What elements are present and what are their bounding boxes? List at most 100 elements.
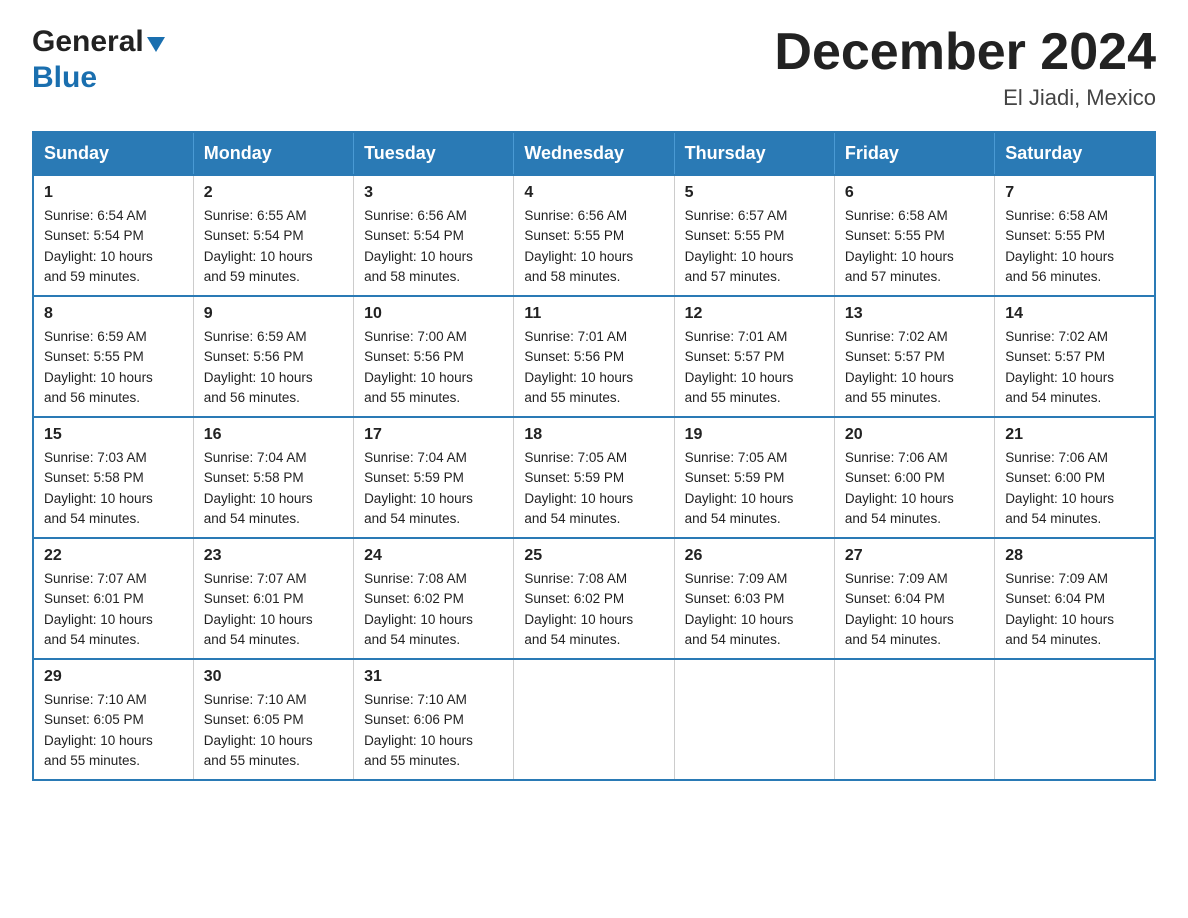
calendar-cell: 12 Sunrise: 7:01 AMSunset: 5:57 PMDaylig… xyxy=(674,296,834,417)
day-number: 5 xyxy=(685,184,824,202)
calendar-cell xyxy=(674,659,834,780)
day-number: 30 xyxy=(204,668,343,686)
day-number: 13 xyxy=(845,305,984,323)
day-number: 6 xyxy=(845,184,984,202)
day-info: Sunrise: 7:10 AMSunset: 6:05 PMDaylight:… xyxy=(204,692,313,768)
calendar-cell: 14 Sunrise: 7:02 AMSunset: 5:57 PMDaylig… xyxy=(995,296,1155,417)
calendar-cell: 13 Sunrise: 7:02 AMSunset: 5:57 PMDaylig… xyxy=(834,296,994,417)
day-info: Sunrise: 6:59 AMSunset: 5:55 PMDaylight:… xyxy=(44,329,153,405)
day-info: Sunrise: 7:09 AMSunset: 6:04 PMDaylight:… xyxy=(845,571,954,647)
logo: General Blue xyxy=(32,24,165,96)
day-number: 16 xyxy=(204,426,343,444)
header-day-thursday: Thursday xyxy=(674,132,834,175)
calendar-week-3: 15 Sunrise: 7:03 AMSunset: 5:58 PMDaylig… xyxy=(33,417,1155,538)
month-title: December 2024 xyxy=(774,24,1156,81)
calendar-week-1: 1 Sunrise: 6:54 AMSunset: 5:54 PMDayligh… xyxy=(33,175,1155,296)
day-info: Sunrise: 7:09 AMSunset: 6:03 PMDaylight:… xyxy=(685,571,794,647)
calendar-cell: 21 Sunrise: 7:06 AMSunset: 6:00 PMDaylig… xyxy=(995,417,1155,538)
calendar-cell: 25 Sunrise: 7:08 AMSunset: 6:02 PMDaylig… xyxy=(514,538,674,659)
day-number: 22 xyxy=(44,547,183,565)
day-number: 3 xyxy=(364,184,503,202)
calendar-cell: 28 Sunrise: 7:09 AMSunset: 6:04 PMDaylig… xyxy=(995,538,1155,659)
day-info: Sunrise: 7:03 AMSunset: 5:58 PMDaylight:… xyxy=(44,450,153,526)
day-info: Sunrise: 6:59 AMSunset: 5:56 PMDaylight:… xyxy=(204,329,313,405)
day-info: Sunrise: 6:54 AMSunset: 5:54 PMDaylight:… xyxy=(44,208,153,284)
header-day-sunday: Sunday xyxy=(33,132,193,175)
day-number: 26 xyxy=(685,547,824,565)
calendar-week-2: 8 Sunrise: 6:59 AMSunset: 5:55 PMDayligh… xyxy=(33,296,1155,417)
day-number: 1 xyxy=(44,184,183,202)
day-number: 9 xyxy=(204,305,343,323)
day-info: Sunrise: 6:56 AMSunset: 5:55 PMDaylight:… xyxy=(524,208,633,284)
calendar-cell: 7 Sunrise: 6:58 AMSunset: 5:55 PMDayligh… xyxy=(995,175,1155,296)
day-number: 4 xyxy=(524,184,663,202)
calendar-cell: 5 Sunrise: 6:57 AMSunset: 5:55 PMDayligh… xyxy=(674,175,834,296)
day-info: Sunrise: 6:58 AMSunset: 5:55 PMDaylight:… xyxy=(845,208,954,284)
day-info: Sunrise: 7:04 AMSunset: 5:58 PMDaylight:… xyxy=(204,450,313,526)
day-info: Sunrise: 7:00 AMSunset: 5:56 PMDaylight:… xyxy=(364,329,473,405)
calendar-cell: 3 Sunrise: 6:56 AMSunset: 5:54 PMDayligh… xyxy=(354,175,514,296)
title-section: December 2024 El Jiadi, Mexico xyxy=(774,24,1156,111)
calendar-cell: 27 Sunrise: 7:09 AMSunset: 6:04 PMDaylig… xyxy=(834,538,994,659)
calendar-body: 1 Sunrise: 6:54 AMSunset: 5:54 PMDayligh… xyxy=(33,175,1155,780)
calendar-cell: 30 Sunrise: 7:10 AMSunset: 6:05 PMDaylig… xyxy=(193,659,353,780)
day-info: Sunrise: 7:09 AMSunset: 6:04 PMDaylight:… xyxy=(1005,571,1114,647)
logo-blue-text: Blue xyxy=(32,60,97,96)
day-info: Sunrise: 7:08 AMSunset: 6:02 PMDaylight:… xyxy=(524,571,633,647)
calendar-cell: 6 Sunrise: 6:58 AMSunset: 5:55 PMDayligh… xyxy=(834,175,994,296)
calendar-cell: 20 Sunrise: 7:06 AMSunset: 6:00 PMDaylig… xyxy=(834,417,994,538)
day-number: 28 xyxy=(1005,547,1144,565)
calendar-week-5: 29 Sunrise: 7:10 AMSunset: 6:05 PMDaylig… xyxy=(33,659,1155,780)
page-header: General Blue December 2024 El Jiadi, Mex… xyxy=(32,24,1156,111)
day-number: 24 xyxy=(364,547,503,565)
header-day-saturday: Saturday xyxy=(995,132,1155,175)
logo-general-text: General xyxy=(32,24,144,60)
day-number: 15 xyxy=(44,426,183,444)
calendar-cell: 9 Sunrise: 6:59 AMSunset: 5:56 PMDayligh… xyxy=(193,296,353,417)
calendar-cell: 2 Sunrise: 6:55 AMSunset: 5:54 PMDayligh… xyxy=(193,175,353,296)
day-number: 14 xyxy=(1005,305,1144,323)
header-row: SundayMondayTuesdayWednesdayThursdayFrid… xyxy=(33,132,1155,175)
day-number: 19 xyxy=(685,426,824,444)
day-info: Sunrise: 7:01 AMSunset: 5:57 PMDaylight:… xyxy=(685,329,794,405)
day-info: Sunrise: 7:07 AMSunset: 6:01 PMDaylight:… xyxy=(44,571,153,647)
calendar-cell xyxy=(834,659,994,780)
calendar-cell xyxy=(514,659,674,780)
day-info: Sunrise: 7:02 AMSunset: 5:57 PMDaylight:… xyxy=(1005,329,1114,405)
calendar-cell: 26 Sunrise: 7:09 AMSunset: 6:03 PMDaylig… xyxy=(674,538,834,659)
calendar-cell: 17 Sunrise: 7:04 AMSunset: 5:59 PMDaylig… xyxy=(354,417,514,538)
day-number: 21 xyxy=(1005,426,1144,444)
day-number: 20 xyxy=(845,426,984,444)
day-number: 17 xyxy=(364,426,503,444)
logo-triangle-icon xyxy=(147,37,165,52)
calendar-cell: 19 Sunrise: 7:05 AMSunset: 5:59 PMDaylig… xyxy=(674,417,834,538)
location-text: El Jiadi, Mexico xyxy=(774,85,1156,111)
header-day-wednesday: Wednesday xyxy=(514,132,674,175)
day-number: 11 xyxy=(524,305,663,323)
header-day-monday: Monday xyxy=(193,132,353,175)
day-number: 7 xyxy=(1005,184,1144,202)
calendar-cell: 1 Sunrise: 6:54 AMSunset: 5:54 PMDayligh… xyxy=(33,175,193,296)
calendar-cell: 31 Sunrise: 7:10 AMSunset: 6:06 PMDaylig… xyxy=(354,659,514,780)
day-number: 12 xyxy=(685,305,824,323)
day-info: Sunrise: 7:05 AMSunset: 5:59 PMDaylight:… xyxy=(685,450,794,526)
header-day-friday: Friday xyxy=(834,132,994,175)
day-info: Sunrise: 7:10 AMSunset: 6:06 PMDaylight:… xyxy=(364,692,473,768)
calendar-cell: 29 Sunrise: 7:10 AMSunset: 6:05 PMDaylig… xyxy=(33,659,193,780)
day-info: Sunrise: 7:07 AMSunset: 6:01 PMDaylight:… xyxy=(204,571,313,647)
calendar-header: SundayMondayTuesdayWednesdayThursdayFrid… xyxy=(33,132,1155,175)
day-info: Sunrise: 6:57 AMSunset: 5:55 PMDaylight:… xyxy=(685,208,794,284)
day-info: Sunrise: 6:58 AMSunset: 5:55 PMDaylight:… xyxy=(1005,208,1114,284)
day-info: Sunrise: 6:55 AMSunset: 5:54 PMDaylight:… xyxy=(204,208,313,284)
calendar-week-4: 22 Sunrise: 7:07 AMSunset: 6:01 PMDaylig… xyxy=(33,538,1155,659)
day-info: Sunrise: 7:06 AMSunset: 6:00 PMDaylight:… xyxy=(845,450,954,526)
calendar-cell: 22 Sunrise: 7:07 AMSunset: 6:01 PMDaylig… xyxy=(33,538,193,659)
day-info: Sunrise: 7:01 AMSunset: 5:56 PMDaylight:… xyxy=(524,329,633,405)
day-info: Sunrise: 7:05 AMSunset: 5:59 PMDaylight:… xyxy=(524,450,633,526)
calendar-cell: 11 Sunrise: 7:01 AMSunset: 5:56 PMDaylig… xyxy=(514,296,674,417)
calendar-cell: 16 Sunrise: 7:04 AMSunset: 5:58 PMDaylig… xyxy=(193,417,353,538)
day-number: 23 xyxy=(204,547,343,565)
calendar-cell: 15 Sunrise: 7:03 AMSunset: 5:58 PMDaylig… xyxy=(33,417,193,538)
calendar-cell: 23 Sunrise: 7:07 AMSunset: 6:01 PMDaylig… xyxy=(193,538,353,659)
calendar-cell: 8 Sunrise: 6:59 AMSunset: 5:55 PMDayligh… xyxy=(33,296,193,417)
